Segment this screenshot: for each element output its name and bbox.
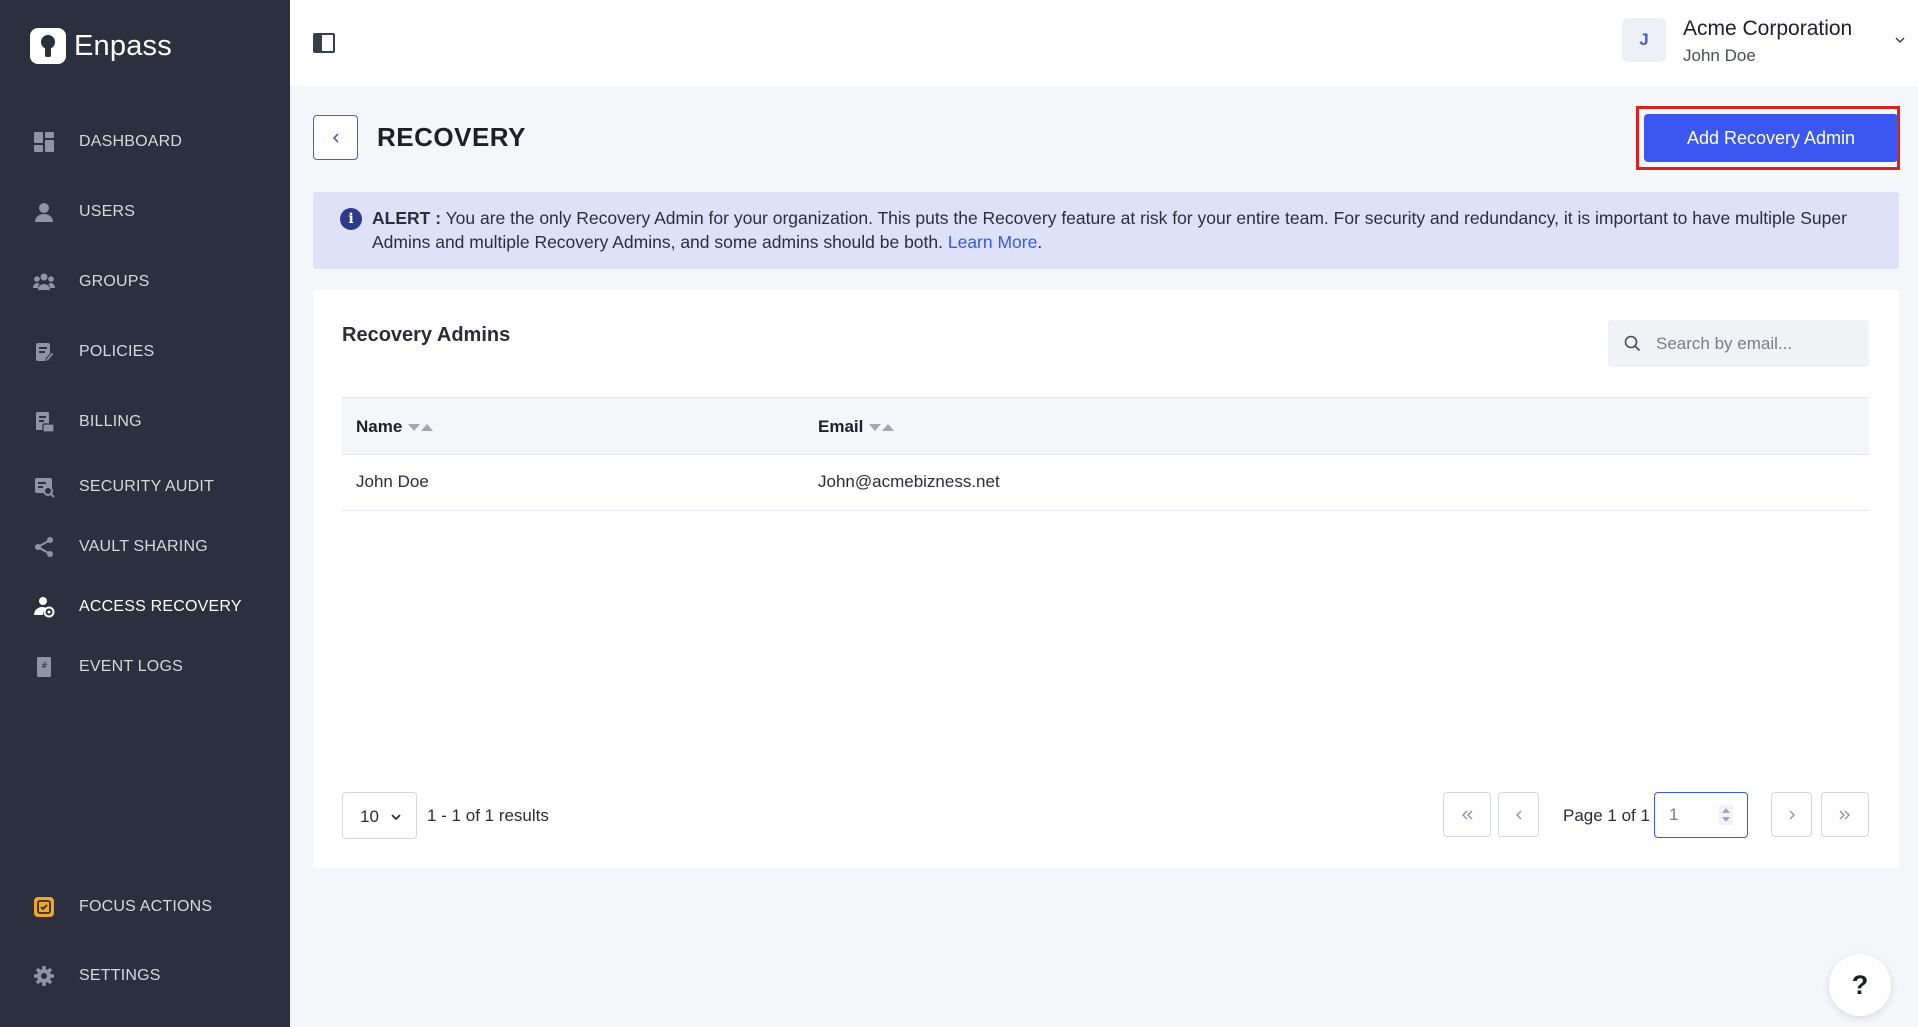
- brand-name: Enpass: [74, 29, 172, 62]
- search-box: [1608, 320, 1869, 367]
- dashboard-icon: [32, 130, 56, 154]
- results-count: 1 - 1 of 1 results: [427, 806, 549, 825]
- security-audit-icon: [32, 475, 56, 499]
- help-button[interactable]: ?: [1829, 954, 1891, 1016]
- gear-icon: [32, 964, 56, 988]
- last-page-button[interactable]: [1821, 792, 1869, 837]
- user-icon: [32, 200, 56, 224]
- sidebar-item-event-logs[interactable]: # EVENT LOGS: [0, 645, 290, 689]
- sidebar-item-access-recovery[interactable]: ACCESS RECOVERY: [0, 585, 290, 629]
- chevron-left-icon: [1515, 810, 1521, 819]
- page-number-input[interactable]: [1669, 793, 1719, 836]
- page-size-select[interactable]: 10: [342, 792, 417, 839]
- sidebar-item-security-audit[interactable]: SECURITY AUDIT: [0, 465, 290, 509]
- info-icon: i: [340, 208, 362, 230]
- sidebar-item-label: FOCUS ACTIONS: [79, 898, 213, 915]
- page-indicator: Page 1 of 1: [1563, 806, 1650, 825]
- sidebar-item-label: DASHBOARD: [79, 133, 183, 150]
- double-chevron-right-icon: [1839, 810, 1850, 819]
- billing-icon: [32, 410, 56, 434]
- first-page-button[interactable]: [1443, 792, 1491, 837]
- back-button[interactable]: [313, 115, 358, 160]
- sidebar-item-focus-actions[interactable]: FOCUS ACTIONS: [0, 885, 290, 929]
- chevron-down-icon[interactable]: [1894, 34, 1906, 46]
- cell-name: John Doe: [356, 472, 429, 491]
- add-recovery-admin-button[interactable]: Add Recovery Admin: [1644, 114, 1898, 162]
- column-label: Email: [818, 417, 864, 436]
- policies-icon: [32, 340, 56, 364]
- sidebar-item-dashboard[interactable]: DASHBOARD: [0, 120, 290, 164]
- sort-icon[interactable]: [408, 423, 434, 431]
- column-label: Name: [356, 417, 403, 436]
- org-name[interactable]: Acme Corporation: [1683, 17, 1852, 41]
- top-bar: J Acme Corporation John Doe: [290, 0, 1918, 86]
- sidebar-item-label: VAULT SHARING: [79, 538, 208, 555]
- card-title: Recovery Admins: [342, 324, 511, 346]
- sidebar-item-label: SECURITY AUDIT: [79, 478, 214, 495]
- groups-icon: [32, 270, 56, 294]
- search-input[interactable]: [1656, 320, 1861, 367]
- alert-text: ALERT : You are the only Recovery Admin …: [372, 206, 1872, 254]
- chevron-left-icon: [332, 132, 339, 143]
- sidebar-item-label: POLICIES: [79, 343, 155, 360]
- sidebar-item-vault-sharing[interactable]: VAULT SHARING: [0, 525, 290, 569]
- alert-message: You are the only Recovery Admin for your…: [372, 208, 1847, 252]
- svg-text:#: #: [41, 661, 48, 670]
- page-number-field: [1654, 792, 1748, 838]
- sidebar-item-label: BILLING: [79, 413, 142, 430]
- alert-suffix: .: [1037, 232, 1043, 252]
- sidebar-item-label: USERS: [79, 203, 136, 220]
- double-chevron-left-icon: [1462, 810, 1473, 819]
- page-title: RECOVERY: [377, 122, 526, 152]
- next-page-button[interactable]: [1771, 792, 1812, 837]
- prev-page-button[interactable]: [1498, 792, 1539, 837]
- search-icon: [1624, 335, 1641, 352]
- sidebar-item-label: ACCESS RECOVERY: [79, 598, 242, 615]
- column-header-name[interactable]: Name: [356, 417, 434, 437]
- sidebar-item-billing[interactable]: BILLING: [0, 400, 290, 444]
- cell-email: John@acmebizness.net: [818, 472, 1000, 491]
- sidebar-item-label: SETTINGS: [79, 967, 161, 984]
- share-icon: [32, 535, 56, 559]
- stepper-icon[interactable]: [1719, 805, 1733, 825]
- current-user-name: John Doe: [1683, 46, 1756, 65]
- column-header-email[interactable]: Email: [818, 417, 895, 437]
- sidebar-item-settings[interactable]: SETTINGS: [0, 954, 290, 998]
- enpass-logo-icon: [30, 28, 66, 64]
- table-header: Name Email: [342, 397, 1869, 455]
- sidebar-item-label: GROUPS: [79, 273, 150, 290]
- sort-icon[interactable]: [869, 423, 895, 431]
- table-row[interactable]: John Doe John@acmebizness.net: [342, 455, 1869, 511]
- alert-banner: i ALERT : You are the only Recovery Admi…: [313, 192, 1899, 269]
- access-recovery-icon: [32, 595, 56, 619]
- recovery-admins-card: Recovery Admins Name Email John Doe John…: [313, 290, 1899, 868]
- org-avatar[interactable]: J: [1622, 18, 1666, 62]
- sidebar-item-label: EVENT LOGS: [79, 658, 183, 675]
- alert-prefix: ALERT :: [372, 208, 442, 228]
- sidebar-item-users[interactable]: USERS: [0, 190, 290, 234]
- brand-logo[interactable]: Enpass: [30, 28, 172, 64]
- sidebar-item-groups[interactable]: GROUPS: [0, 260, 290, 304]
- learn-more-link[interactable]: Learn More: [948, 232, 1038, 252]
- chevron-down-icon: [391, 814, 401, 821]
- sidebar: Enpass DASHBOARD USERS GROUPS POLICIES B…: [0, 0, 290, 1027]
- page-size-value: 10: [360, 807, 379, 826]
- focus-actions-icon: [32, 895, 56, 919]
- sidebar-item-policies[interactable]: POLICIES: [0, 330, 290, 374]
- chevron-right-icon: [1789, 810, 1795, 819]
- event-logs-icon: #: [32, 655, 56, 679]
- sidebar-toggle-icon[interactable]: [313, 33, 335, 53]
